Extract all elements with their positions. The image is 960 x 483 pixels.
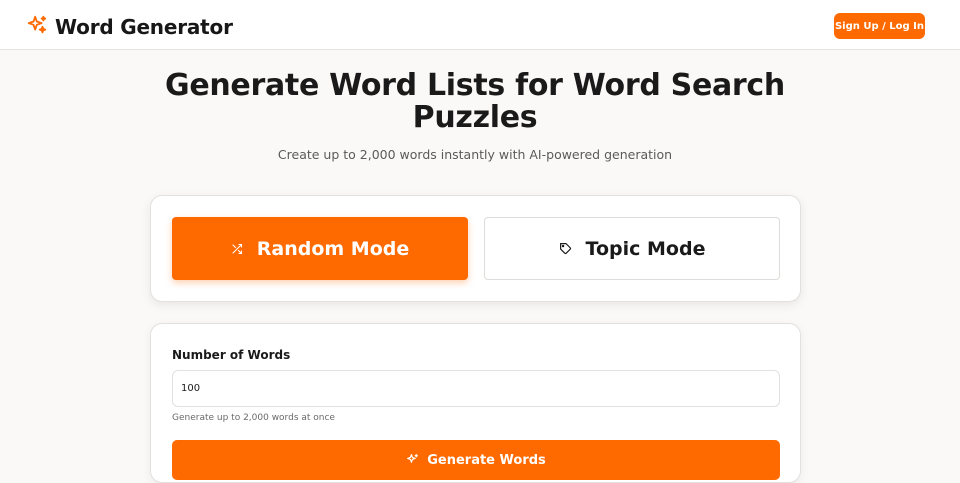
sign-up-login-button[interactable]: Sign Up / Log In [834, 13, 925, 39]
brand-logo[interactable]: Word Generator [26, 14, 233, 40]
top-header: Word Generator Sign Up / Log In [0, 0, 960, 50]
page-subtitle: Create up to 2,000 words instantly with … [277, 147, 673, 162]
sparkles-icon [26, 14, 48, 40]
mode-selector-card: Random Mode Topic Mode [150, 195, 801, 302]
generator-form-card: Number of Words Generate up to 2,000 wor… [150, 323, 801, 483]
sparkles-icon [406, 453, 419, 466]
generate-words-button[interactable]: Generate Words [172, 440, 780, 480]
random-mode-button[interactable]: Random Mode [172, 217, 468, 280]
topic-mode-button[interactable]: Topic Mode [484, 217, 780, 280]
page-title: Generate Word Lists for Word Search Puzz… [165, 68, 785, 135]
word-count-hint: Generate up to 2,000 words at once [172, 413, 335, 423]
random-mode-label: Random Mode [256, 237, 410, 260]
topic-mode-label: Topic Mode [585, 237, 706, 260]
tag-icon [559, 242, 572, 255]
generate-words-label: Generate Words [427, 453, 546, 468]
brand-name: Word Generator [55, 15, 233, 39]
shuffle-icon [231, 243, 243, 255]
word-count-label: Number of Words [172, 348, 291, 362]
word-count-input[interactable] [172, 370, 780, 407]
